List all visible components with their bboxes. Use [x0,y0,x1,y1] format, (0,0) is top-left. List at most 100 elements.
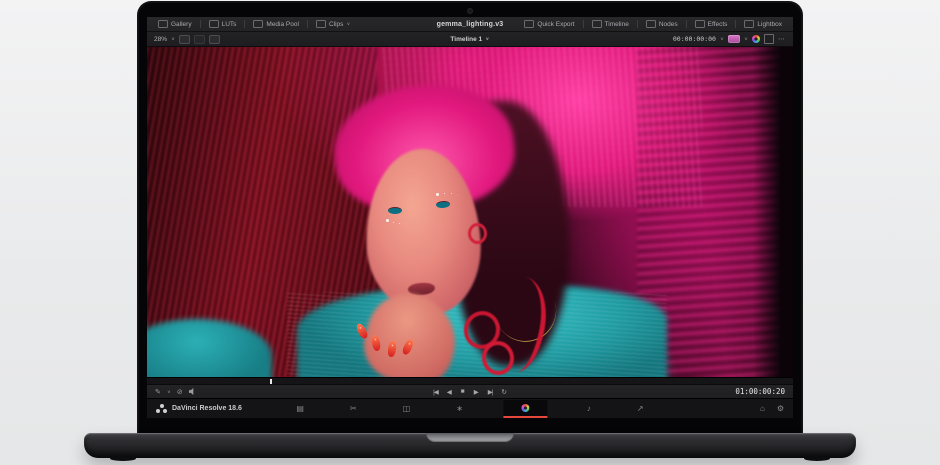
gallery-button[interactable]: Gallery [154,19,196,30]
quick-export-icon [524,20,534,28]
photo-eye-left [388,207,402,214]
toolbar-left-group: Gallery LUTs Media Pool Cl [154,19,354,30]
media-pool-icon [253,20,263,28]
source-timecode: 00:00:00:00 [673,35,716,43]
clips-button[interactable]: Clips ∨ [312,19,354,30]
toolbar-divider [583,20,584,28]
viewer-toggle-2[interactable] [194,35,205,44]
pagebar-right-group: ⌂ ⚙ [760,404,784,413]
tab-edit[interactable]: ◫ [397,401,417,417]
effects-icon [695,20,705,28]
lid-notch [426,433,514,442]
tab-fairlight[interactable]: ♪ [581,401,597,417]
photo-rhinestones-right [436,193,439,196]
loop-button[interactable]: ↻ [501,388,506,396]
jog-bar[interactable] [147,377,793,384]
viewer-toolbar: 28% ∨ Timeline 1 ∨ 00:00:00:00 ∨ ∨ [147,32,793,47]
skip-end-button[interactable]: ▶| [488,388,493,396]
quick-export-button[interactable]: Quick Export [520,19,578,30]
luts-button[interactable]: LUTs [205,19,241,30]
viewer-zoom-value[interactable]: 28% [154,36,167,43]
tab-deliver[interactable]: ↗ [631,401,650,417]
chevron-down-icon[interactable]: ∨ [167,389,171,394]
quick-export-label: Quick Export [537,21,574,28]
toolbar-divider [735,20,736,28]
lightbox-icon [744,20,754,28]
timeline-name: Timeline 1 [450,36,482,43]
app-version-label: DaVinci Resolve 18.6 [172,405,242,412]
tab-fusion[interactable]: ∗ [450,401,469,417]
viewer-toggle-1[interactable] [179,35,190,44]
timeline-icon [592,20,602,28]
chevron-down-icon: ∨ [346,22,350,27]
toolbar-divider [637,20,638,28]
tab-cut[interactable]: ✂ [344,401,363,417]
skip-start-button[interactable]: |◀ [433,388,438,396]
timeline-button[interactable]: Timeline [588,19,633,30]
gallery-icon [158,20,168,28]
laptop-foot-right [804,456,830,461]
desk-background: Gallery LUTs Media Pool Cl [0,0,940,465]
bypass-icon[interactable]: ⊘ [177,388,183,396]
davinci-resolve-window: Gallery LUTs Media Pool Cl [147,17,793,418]
app-brand: DaVinci Resolve 18.6 [156,404,242,414]
toolbar-divider [200,20,201,28]
webcam-dot [468,9,472,13]
timeline-timecode: 01:00:00:20 [735,387,785,396]
project-title: gemma_lighting.v3 [437,21,504,28]
laptop-screen: Gallery LUTs Media Pool Cl [138,2,802,434]
clips-label: Clips [329,21,343,28]
nodes-button[interactable]: Nodes [642,19,682,30]
gear-icon[interactable]: ⚙ [777,404,784,413]
viewer-toggle-3[interactable] [209,35,220,44]
toolbar-divider [686,20,687,28]
lightbox-label: Lightbox [757,21,782,28]
home-icon[interactable]: ⌂ [760,404,765,413]
scopes-icon[interactable] [728,35,740,43]
lightbox-button[interactable]: Lightbox [740,19,786,30]
play-button[interactable]: ▶ [474,388,479,396]
chevron-down-icon: ∨ [485,37,489,42]
clips-icon [316,20,326,28]
laptop-foot-left [110,456,136,461]
chevron-down-icon[interactable]: ∨ [720,37,724,42]
toolbar-right-group: Quick Export Timeline Nodes [520,19,786,30]
photo-teal-corner [147,319,272,377]
transport-bar: ✎ ∨ ⊘ |◀ ◀ ■ ▶ ▶| ↻ 01:00:00:20 [147,384,793,398]
more-options-icon[interactable]: ⋯ [778,35,786,43]
annotate-icon[interactable]: ✎ [155,388,161,396]
laptop-base [84,433,856,458]
chevron-down-icon[interactable]: ∨ [744,37,748,42]
nodes-icon [646,20,656,28]
expand-icon[interactable] [764,34,774,44]
gallery-label: Gallery [171,21,192,28]
viewer-image [147,47,793,377]
timeline-selector[interactable]: Timeline 1 ∨ [450,36,489,43]
transport-left-tools: ✎ ∨ ⊘ [155,388,196,396]
page-tabs: ▤ ✂ ◫ ∗ ♪ ↗ [290,400,649,418]
photo-rhinestones-left [386,219,389,222]
photo-earring [468,223,487,244]
effects-label: Effects [708,21,728,28]
transport-controls: |◀ ◀ ■ ▶ ▶| ↻ [433,388,507,396]
tab-color-active[interactable] [503,400,547,418]
toolbar-divider [307,20,308,28]
top-toolbar: Gallery LUTs Media Pool Cl [147,17,793,32]
viewer-zoom-group: 28% ∨ [154,35,220,44]
luts-icon [209,20,219,28]
chevron-down-icon[interactable]: ∨ [171,37,175,42]
effects-button[interactable]: Effects [691,19,732,30]
nodes-label: Nodes [659,21,678,28]
tab-media[interactable]: ▤ [290,401,310,417]
luts-label: LUTs [222,21,237,28]
color-wheel-icon[interactable] [752,35,760,43]
timeline-label: Timeline [605,21,629,28]
media-pool-button[interactable]: Media Pool [249,19,303,30]
photo-dark-edge [753,47,793,377]
audio-mute-icon[interactable] [189,388,196,395]
media-pool-label: Media Pool [266,21,299,28]
photo-figure [352,127,502,377]
play-reverse-button[interactable]: ◀ [447,388,452,396]
viewer-right-group: 00:00:00:00 ∨ ∨ ⋯ [673,34,786,44]
stop-button[interactable]: ■ [461,388,465,395]
